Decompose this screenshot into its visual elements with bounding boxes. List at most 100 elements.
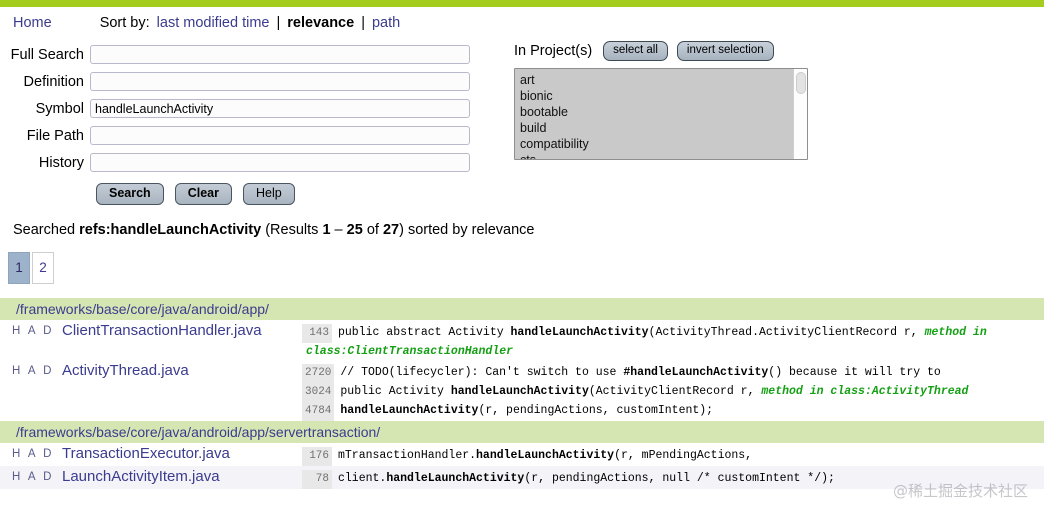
code-meta: method in class:ActivityThread xyxy=(754,384,969,398)
code-segment: public abstract Activity xyxy=(338,325,511,339)
full-search-input[interactable] xyxy=(90,45,470,64)
summary-sort: relevance xyxy=(471,221,535,238)
file-link-transactionexecutor[interactable]: TransactionExecutor.java xyxy=(62,445,230,462)
code-line: 78 client.handleLaunchActivity(r, pending… xyxy=(302,469,1044,489)
project-item-build[interactable]: build xyxy=(520,120,807,136)
code-match: handleLaunchActivity xyxy=(340,403,479,417)
code-segment: (r, pendingActions, customIntent); xyxy=(478,403,714,417)
project-list-scrollbar[interactable] xyxy=(793,69,807,160)
summary-dash: – xyxy=(330,221,347,238)
project-listbox[interactable]: art bionic bootable build compatibility … xyxy=(514,68,808,161)
project-selector-header: In Project(s) select all invert selectio… xyxy=(514,41,830,62)
sort-separator-2: | xyxy=(361,15,365,31)
code-segment: // TODO(lifecycler): Can't switch to use xyxy=(340,365,624,379)
table-row: H A D ClientTransactionHandler.java 143 p… xyxy=(0,320,1044,360)
code-line: 4784 handleLaunchActivity(r, pendingActio… xyxy=(302,401,1044,421)
sort-separator-1: | xyxy=(276,15,281,31)
code-snippet-cell: 78 client.handleLaunchActivity(r, pending… xyxy=(302,467,1044,489)
line-number[interactable]: 3024 xyxy=(302,382,335,402)
code-snippet-cell: 176 mTransactionHandler.handleLaunchActiv… xyxy=(302,444,1044,466)
sort-by-label: Sort by: xyxy=(99,15,150,31)
line-number[interactable]: 143 xyxy=(302,323,332,343)
code-line: 143 public abstract Activity handleLaunch… xyxy=(302,323,1044,343)
line-number[interactable]: 176 xyxy=(302,446,332,466)
had-links[interactable]: H A D xyxy=(0,321,62,337)
definition-input[interactable] xyxy=(90,72,470,91)
project-selector-panel: In Project(s) select all invert selectio… xyxy=(514,41,830,161)
file-path-input[interactable] xyxy=(90,126,470,145)
line-number[interactable]: 2720 xyxy=(302,363,335,383)
summary-of: of xyxy=(362,221,383,238)
project-item-cts[interactable]: cts xyxy=(520,152,807,159)
summary-total: 27 xyxy=(382,221,400,238)
project-list-scrollbar-thumb[interactable] xyxy=(796,72,806,95)
sort-option-path[interactable]: path xyxy=(372,15,400,31)
table-row: H A D ActivityThread.java 2720 // TODO(li… xyxy=(0,360,1044,421)
file-link-activitythread[interactable]: ActivityThread.java xyxy=(62,362,189,379)
project-list: art bionic bootable build compatibility … xyxy=(515,69,807,159)
symbol-input[interactable] xyxy=(90,99,470,118)
code-meta: method in xyxy=(917,325,987,339)
code-segment: (r, pendingActions, null /* customIntent… xyxy=(524,471,835,485)
summary-query: refs:handleLaunchActivity xyxy=(79,221,262,238)
summary-range-end: 25 xyxy=(346,221,363,238)
search-results: /frameworks/base/core/java/android/app/ … xyxy=(0,297,1044,489)
sort-option-relevance[interactable]: relevance xyxy=(287,15,354,31)
summary-prefix: Searched xyxy=(13,221,80,238)
file-name-cell: LaunchActivityItem.java xyxy=(62,467,302,486)
project-item-compatibility[interactable]: compatibility xyxy=(520,136,807,152)
history-label: History xyxy=(38,154,84,171)
select-all-button[interactable]: select all xyxy=(603,41,668,62)
file-name-cell: TransactionExecutor.java xyxy=(62,444,302,463)
project-item-bionic[interactable]: bionic xyxy=(520,88,807,104)
history-input[interactable] xyxy=(90,153,470,172)
header-bar: Home Sort by: last modified time | relev… xyxy=(0,7,1044,39)
directory-link-app[interactable]: /frameworks/base/core/java/android/app/ xyxy=(16,301,269,317)
top-accent-bar xyxy=(0,0,1044,7)
code-segment: (ActivityThread.ActivityClientRecord r, xyxy=(648,325,918,339)
code-snippet-cell: 2720 // TODO(lifecycler): Can't switch to… xyxy=(302,361,1044,421)
code-match: handleLaunchActivity xyxy=(450,384,589,398)
code-line: 2720 // TODO(lifecycler): Can't switch to… xyxy=(302,363,1044,383)
project-item-art[interactable]: art xyxy=(520,72,807,88)
had-links[interactable]: H A D xyxy=(0,361,62,377)
page-link-2[interactable]: 2 xyxy=(32,251,54,284)
opengrok-search-page: Home Sort by: last modified time | relev… xyxy=(0,0,1044,519)
summary-results-close: ) sorted by xyxy=(399,221,472,238)
had-links[interactable]: H A D xyxy=(0,444,62,460)
sort-option-last-modified-time[interactable]: last modified time xyxy=(157,15,270,31)
code-line: 3024 public Activity handleLaunchActivity… xyxy=(302,382,1044,402)
home-link[interactable]: Home xyxy=(13,15,52,31)
definition-label: Definition xyxy=(23,73,84,90)
search-summary: Searched refs:handleLaunchActivity (Resu… xyxy=(0,222,1044,238)
invert-selection-button[interactable]: invert selection xyxy=(676,41,774,62)
line-number[interactable]: 4784 xyxy=(302,401,335,421)
project-item-bootable[interactable]: bootable xyxy=(520,104,807,120)
page-link-1[interactable]: 1 xyxy=(8,251,30,284)
code-segment: (r, mPendingActions, xyxy=(614,448,753,462)
line-number[interactable]: 78 xyxy=(302,469,332,489)
summary-range-start: 1 xyxy=(322,221,331,238)
directory-header: /frameworks/base/core/java/android/app/ xyxy=(0,297,1044,320)
code-segment: public Activity xyxy=(340,384,451,398)
code-match: #handleLaunchActivity xyxy=(623,365,769,379)
table-row: H A D LaunchActivityItem.java 78 client.h… xyxy=(0,465,1044,489)
had-links[interactable]: H A D xyxy=(0,467,62,483)
summary-results-open: (Results xyxy=(261,221,323,238)
code-match: handleLaunchActivity xyxy=(510,325,649,339)
pagination: 1 2 xyxy=(0,251,1044,284)
directory-link-servertransaction[interactable]: /frameworks/base/core/java/android/app/s… xyxy=(16,424,380,440)
file-link-clienttransactionhandler[interactable]: ClientTransactionHandler.java xyxy=(62,322,262,339)
clear-button[interactable]: Clear xyxy=(174,183,232,205)
code-match: handleLaunchActivity xyxy=(476,448,615,462)
code-line-continuation: class:ClientTransactionHandler xyxy=(302,343,1044,360)
code-segment: client. xyxy=(338,471,387,485)
help-button[interactable]: Help xyxy=(242,183,295,205)
code-match: handleLaunchActivity xyxy=(386,471,525,485)
code-meta: class:ClientTransactionHandler xyxy=(306,344,514,358)
code-segment: mTransactionHandler. xyxy=(338,448,477,462)
search-button[interactable]: Search xyxy=(96,183,164,205)
file-link-launchactivityitem[interactable]: LaunchActivityItem.java xyxy=(62,468,220,485)
form-button-row: Search Clear Help xyxy=(0,183,1044,205)
code-segment: (ActivityClientRecord r, xyxy=(588,384,755,398)
